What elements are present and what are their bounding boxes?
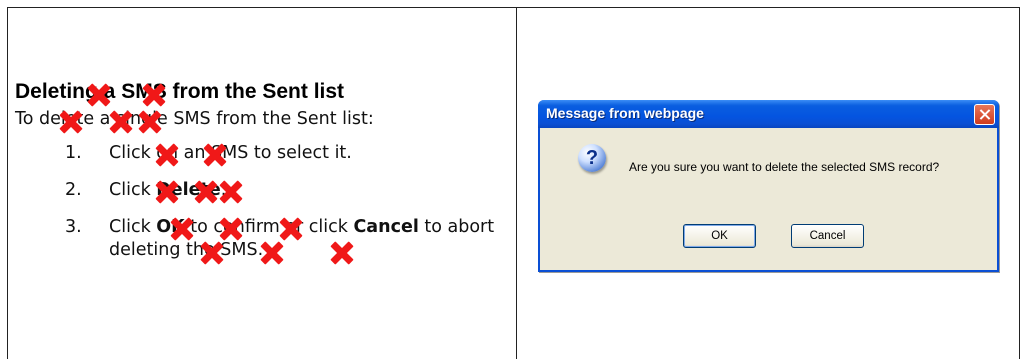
steps-list: 1. Click on an SMS to select it. 2. Clic… bbox=[65, 142, 510, 276]
cancel-button[interactable]: Cancel bbox=[791, 224, 864, 248]
step-text: to confirm or click bbox=[184, 217, 354, 237]
close-button[interactable] bbox=[974, 104, 995, 125]
step-text: Click bbox=[109, 180, 157, 200]
step-item: 3. Click OK to confirm or click Cancel t… bbox=[65, 216, 510, 262]
dialog-message: Are you sure you want to delete the sele… bbox=[629, 160, 940, 174]
step-number: 1. bbox=[65, 143, 82, 163]
question-icon: ? bbox=[578, 144, 606, 172]
ok-button[interactable]: OK bbox=[683, 224, 756, 248]
step-keyword: OK bbox=[156, 217, 185, 237]
step-item: 1. Click on an SMS to select it. bbox=[65, 142, 510, 165]
step-text: Click on an SMS to select it. bbox=[109, 143, 352, 163]
confirm-dialog: Message from webpage ? Are you sure you … bbox=[538, 100, 999, 272]
intro-text: To delete a single SMS from the Sent lis… bbox=[15, 109, 374, 129]
step-item: 2. Click Delete. bbox=[65, 179, 510, 202]
dialog-titlebar[interactable]: Message from webpage bbox=[538, 100, 999, 128]
table-column-divider bbox=[516, 7, 517, 359]
step-keyword: Delete bbox=[156, 180, 221, 200]
section-heading: Deleting a SMS from the Sent list bbox=[15, 80, 345, 103]
step-text: . bbox=[220, 180, 227, 200]
step-keyword: Cancel bbox=[353, 217, 419, 237]
dialog-title: Message from webpage bbox=[546, 105, 704, 121]
step-text: Click bbox=[109, 217, 157, 237]
step-number: 2. bbox=[65, 180, 82, 200]
step-number: 3. bbox=[65, 217, 82, 237]
